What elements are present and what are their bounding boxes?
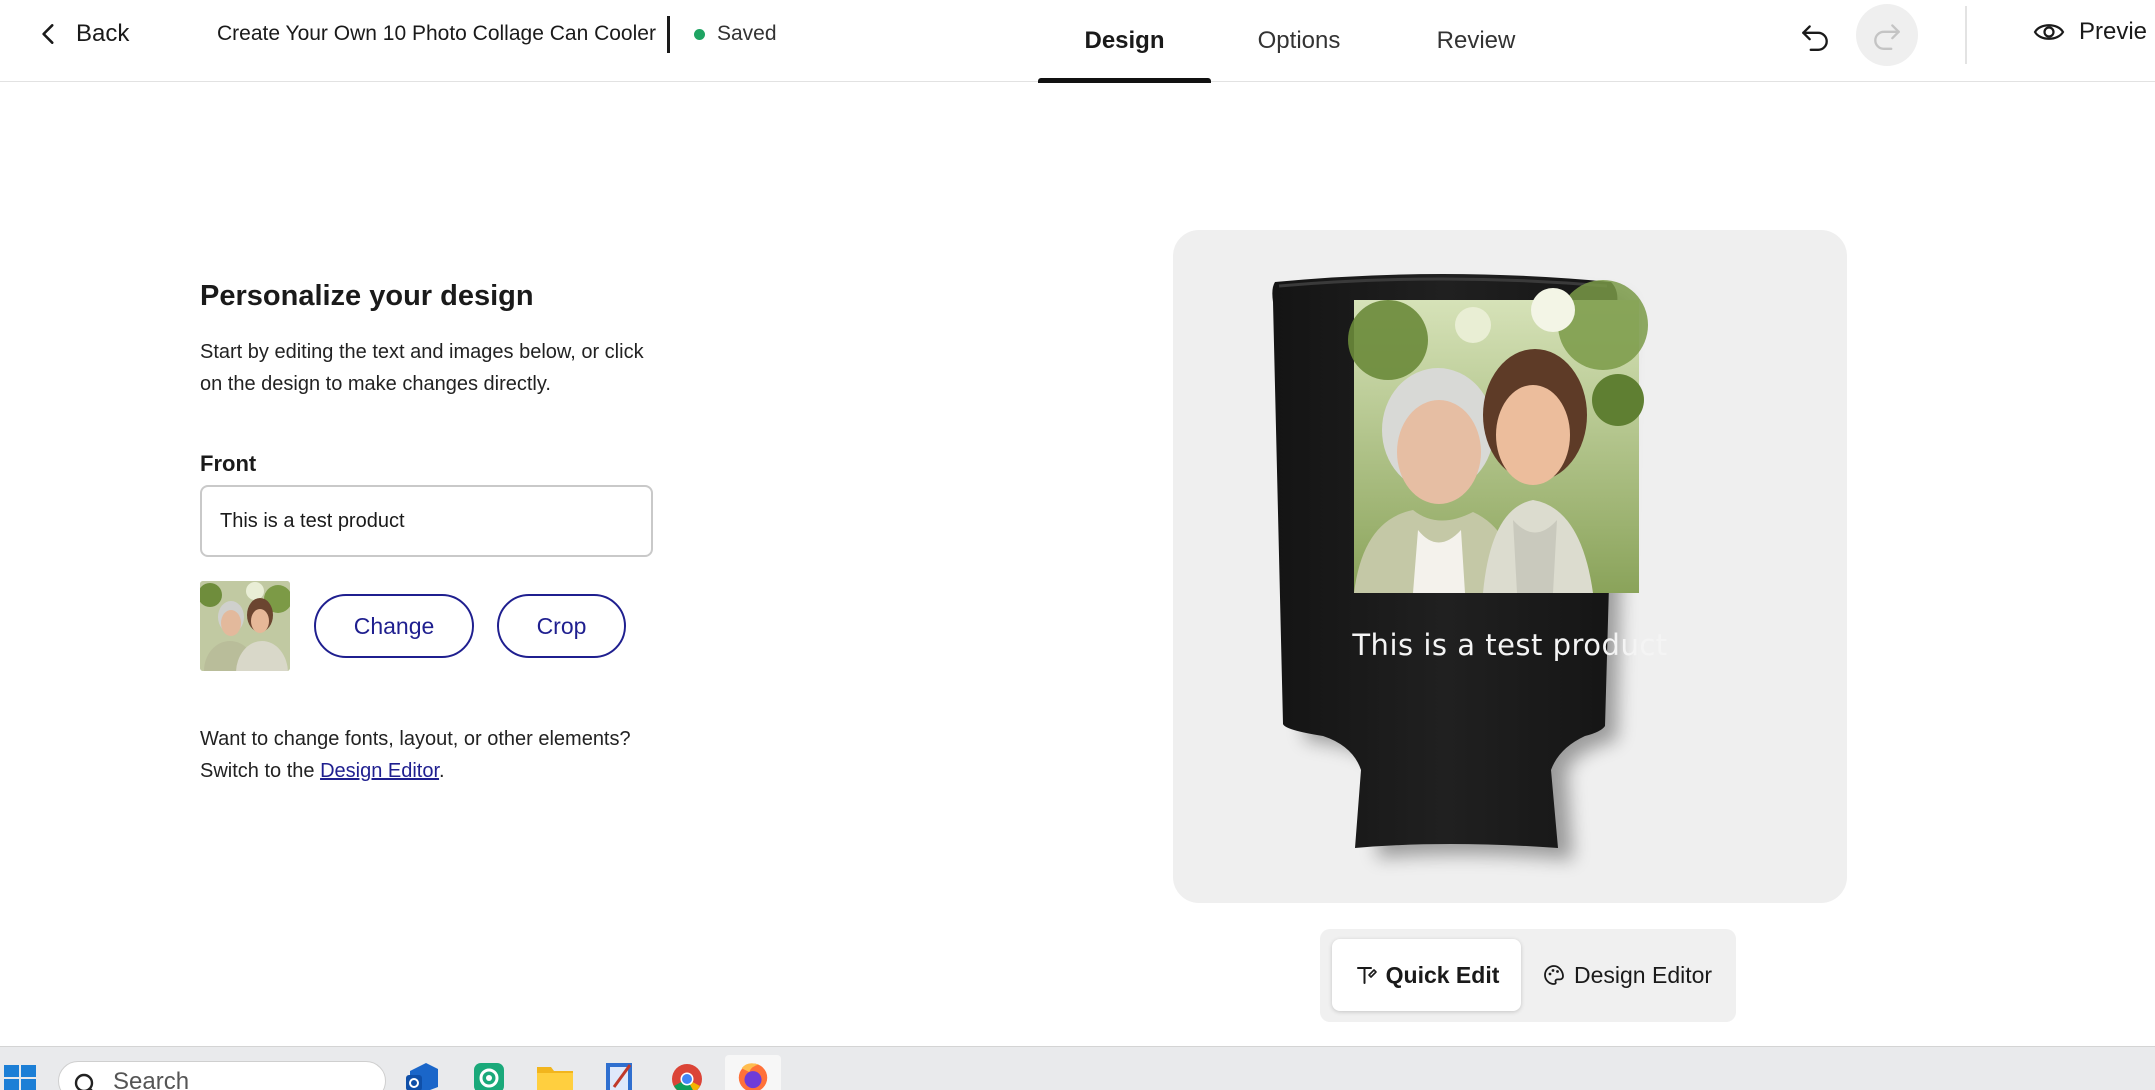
preview-label: Previe — [2079, 18, 2148, 45]
photo-thumbnail[interactable] — [200, 581, 290, 671]
design-editor-label: Design Editor — [1574, 961, 1713, 988]
search-icon — [74, 1073, 94, 1090]
redo-icon — [1874, 24, 1900, 50]
outlook-icon[interactable] — [402, 1057, 442, 1090]
file-explorer-icon[interactable] — [535, 1057, 575, 1090]
back-label: Back — [76, 20, 130, 47]
title-divider — [667, 16, 670, 53]
photo-thumbnail-image — [200, 581, 290, 671]
top-bar: Back Create Your Own 10 Photo Collage Ca… — [0, 0, 2155, 83]
saved-dot-icon — [694, 28, 705, 40]
hint-suffix: . — [439, 760, 445, 782]
can-cooler-illustration — [1272, 274, 1648, 860]
chrome-icon[interactable] — [667, 1057, 707, 1090]
firefox-icon[interactable] — [725, 1055, 781, 1090]
hint-prefix: Switch to the — [200, 760, 321, 782]
search-placeholder: Search — [113, 1068, 190, 1090]
tab-options[interactable]: Options — [1211, 0, 1387, 82]
save-status-label: Saved — [717, 22, 777, 45]
tab-design[interactable]: Design — [1038, 0, 1211, 83]
change-photo-button[interactable]: Change — [314, 594, 474, 658]
save-status: Saved — [694, 22, 777, 46]
back-button[interactable]: Back — [36, 16, 129, 52]
toolbar-divider — [1965, 6, 1967, 64]
product-text-overlay[interactable]: This is a test product — [1173, 628, 1847, 662]
hint-line-1: Want to change fonts, layout, or other e… — [200, 728, 631, 750]
front-text-input[interactable] — [200, 485, 653, 557]
undo-icon — [1802, 25, 1828, 51]
step-tabs: Design Options Review — [1038, 0, 1565, 83]
preview-button[interactable]: Previe — [2033, 18, 2147, 46]
windows-start-icon[interactable] — [2, 1063, 38, 1090]
edit-mode-switch: Quick Edit Design Editor — [1320, 929, 1736, 1022]
design-editor-button[interactable]: Design Editor — [1542, 939, 1732, 1011]
design-editor-hint: Want to change fonts, layout, or other e… — [200, 723, 631, 787]
panel-heading: Personalize your design — [200, 280, 534, 312]
panel-intro: Start by editing the text and images bel… — [200, 341, 644, 395]
eye-icon — [2033, 24, 2065, 40]
hint-line-2: Switch to the Design Editor. — [200, 755, 631, 787]
windows-taskbar: Search — [0, 1046, 2155, 1090]
text-edit-icon — [1356, 967, 1377, 984]
notepad-icon[interactable] — [600, 1057, 640, 1090]
product-canvas[interactable]: This is a test product — [1173, 230, 1847, 903]
page-title: Create Your Own 10 Photo Collage Can Coo… — [217, 22, 656, 45]
taskbar-search[interactable]: Search — [58, 1061, 386, 1090]
quick-edit-label: Quick Edit — [1385, 961, 1500, 988]
design-editor-link[interactable]: Design Editor — [320, 760, 439, 782]
app-icon[interactable] — [470, 1057, 510, 1090]
redo-button[interactable] — [1856, 4, 1918, 66]
chevron-left-icon — [42, 24, 54, 44]
palette-icon — [1544, 965, 1564, 985]
crop-photo-button[interactable]: Crop — [497, 594, 626, 658]
undo-button[interactable] — [1793, 14, 1837, 58]
front-label: Front — [200, 451, 257, 476]
quick-edit-button[interactable]: Quick Edit — [1332, 939, 1521, 1011]
tab-review[interactable]: Review — [1387, 0, 1565, 82]
